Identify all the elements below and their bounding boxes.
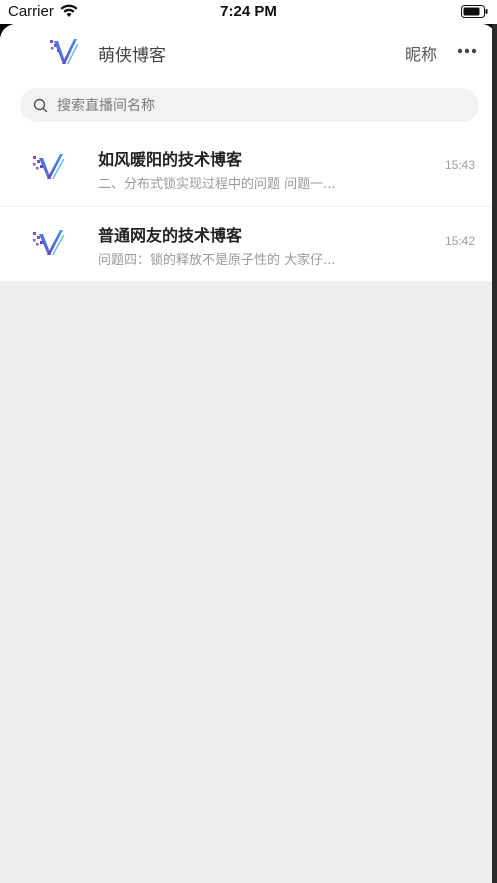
conversation-name: 如风暖阳的技术博客 — [98, 150, 243, 169]
screen-edge — [492, 24, 497, 883]
conversation-time: 15:43 — [444, 158, 475, 172]
avatar — [33, 154, 65, 179]
conversation-time: 15:42 — [444, 234, 475, 248]
header: 萌侠博客 昵称 搜索直播间名称 — [0, 24, 497, 124]
conversation-preview: 二、分布式锁实现过程中的问题 问题一... — [98, 177, 336, 192]
list-item[interactable]: 普通网友的技术博客 问题四：锁的释放不是原子性的 大家仔... 15:42 — [0, 207, 497, 281]
main-sheet: 萌侠博客 昵称 搜索直播间名称 如风暖阳的技术博客 二、分布式锁实现过程中的问题… — [0, 24, 497, 883]
search-placeholder: 搜索直播间名称 — [57, 98, 155, 114]
status-bar: Carrier 7:24 PM — [0, 0, 497, 24]
search-icon — [33, 98, 48, 113]
more-icon[interactable] — [457, 48, 477, 54]
battery-icon — [461, 5, 488, 18]
page-title: 萌侠博客 — [98, 46, 166, 66]
clock-time: 7:24 PM — [220, 3, 277, 20]
conversation-list: 如风暖阳的技术博客 二、分布式锁实现过程中的问题 问题一... 15:43 普通… — [0, 124, 497, 281]
search-input[interactable]: 搜索直播间名称 — [20, 88, 479, 122]
list-item[interactable]: 如风暖阳的技术博客 二、分布式锁实现过程中的问题 问题一... 15:43 — [0, 124, 497, 207]
avatar — [33, 230, 65, 255]
conversation-name: 普通网友的技术博客 — [98, 226, 243, 245]
logo-icon — [50, 39, 79, 64]
conversation-preview: 问题四：锁的释放不是原子性的 大家仔... — [98, 253, 336, 268]
nickname-button[interactable]: 昵称 — [405, 41, 437, 65]
